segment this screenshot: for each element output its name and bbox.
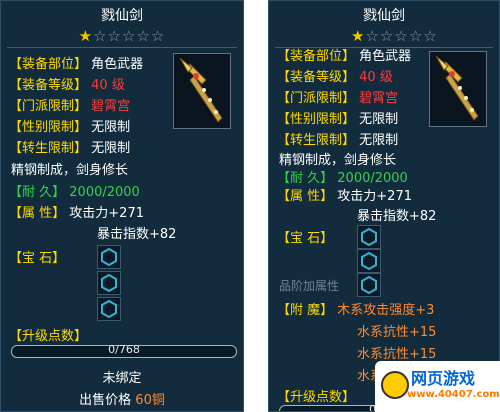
enchant-row-2: 水系抗性+15: [357, 325, 437, 340]
star-empty-icon: ☆: [93, 27, 108, 45]
upgrade-points-label: 【升级点数】: [9, 329, 88, 344]
attr-row-level: 【装备等级】 40 级: [277, 70, 393, 85]
divider: [7, 47, 237, 48]
item-icon-frame[interactable]: [429, 51, 487, 127]
star-icon: ★: [351, 27, 366, 45]
attr-row-slot: 【装备部位】 角色武器: [9, 57, 144, 72]
gem-socket-2[interactable]: [357, 249, 381, 273]
gem-socket-icon: [101, 248, 117, 266]
sword-icon: [435, 55, 479, 121]
upgrade-progress-bar: 0/768: [11, 343, 237, 358]
progress-text: 0/768: [108, 343, 140, 356]
upgrade-points-label: 【升级点数】: [277, 390, 356, 405]
item-description: 精钢制成，剑身修长: [279, 153, 397, 168]
durability-row: 【耐 久】 2000/2000: [9, 185, 140, 200]
attr-row-sect: 【门派限制】 碧霄宫: [9, 99, 131, 114]
gem-socket-1[interactable]: [97, 245, 121, 269]
item-icon-frame[interactable]: [173, 53, 231, 129]
gem-socket-icon: [361, 228, 377, 246]
sell-price: 出售价格 60铜: [79, 393, 165, 408]
property-row-2: 暴击指数+82: [357, 209, 437, 224]
attr-row-rebirth: 【转生限制】 无限制: [277, 133, 399, 148]
bind-status: 未绑定: [102, 371, 142, 386]
star-empty-icon: ☆: [122, 27, 137, 45]
gem-socket-icon: [101, 274, 117, 292]
faded-label: 品阶加属性: [279, 279, 340, 293]
sword-icon: [179, 57, 223, 123]
gem-socket-icon: [101, 300, 117, 318]
watermark-title: 网页游戏: [411, 369, 476, 388]
star-empty-icon: ☆: [423, 27, 438, 45]
attr-row-gender: 【性别限制】 无限制: [277, 112, 399, 127]
enchant-row-3: 水系抗性+15: [357, 347, 437, 362]
attr-row-rebirth: 【转生限制】 无限制: [9, 141, 131, 156]
gem-socket-icon: [361, 276, 377, 294]
star-empty-icon: ☆: [107, 27, 122, 45]
gem-socket-3[interactable]: [97, 297, 121, 321]
watermark-url: www.40407.com: [407, 389, 500, 400]
star-empty-icon: ☆: [136, 27, 151, 45]
property-row: 【属 性】 攻击力+271: [277, 189, 412, 204]
attr-row-slot: 【装备部位】 角色武器: [277, 49, 412, 64]
star-empty-icon: ☆: [379, 27, 395, 45]
property-row-2: 暴击指数+82: [97, 227, 177, 242]
attr-row-sect: 【门派限制】 碧霄宫: [277, 91, 399, 106]
attr-row-gender: 【性别限制】 无限制: [9, 120, 131, 135]
item-tooltip-left: 戮仙剑 ★☆☆☆☆☆ 【装备部位】 角色武器 【装备等级】 40 级 【门派限制…: [0, 0, 244, 412]
item-description: 精钢制成，剑身修长: [11, 163, 129, 178]
property-row: 【属 性】 攻击力+271: [9, 206, 144, 221]
item-title: 戮仙剑: [101, 8, 143, 24]
star-rating: ★☆☆☆☆☆: [351, 27, 499, 45]
gem-label: 【宝 石】: [9, 251, 66, 266]
site-watermark: 网页游戏 www.40407.com: [375, 361, 500, 412]
enchant-row: 【附 魔】 木系攻击强度+3: [277, 303, 435, 318]
star-empty-icon: ☆: [150, 27, 166, 45]
gem-socket-icon: [361, 252, 377, 270]
gem-socket-3[interactable]: [357, 273, 381, 297]
star-empty-icon: ☆: [408, 27, 424, 45]
star-icon: ★: [78, 27, 94, 45]
star-empty-icon: ☆: [365, 27, 380, 45]
star-rating: ★☆☆☆☆☆: [1, 27, 243, 45]
star-empty-icon: ☆: [394, 27, 409, 45]
watermark-logo-icon: [381, 371, 409, 399]
attr-row-level: 【装备等级】 40 级: [9, 78, 125, 93]
gem-label: 【宝 石】: [277, 231, 334, 246]
item-tooltip-right: 戮仙剑 ★☆☆☆☆☆ 【装备部位】 角色武器 【装备等级】 40 级 【门派限制…: [268, 0, 500, 412]
item-title: 戮仙剑: [363, 8, 405, 24]
durability-row: 【耐 久】 2000/2000: [277, 171, 408, 186]
gem-socket-2[interactable]: [97, 271, 121, 295]
gem-socket-1[interactable]: [357, 225, 381, 249]
